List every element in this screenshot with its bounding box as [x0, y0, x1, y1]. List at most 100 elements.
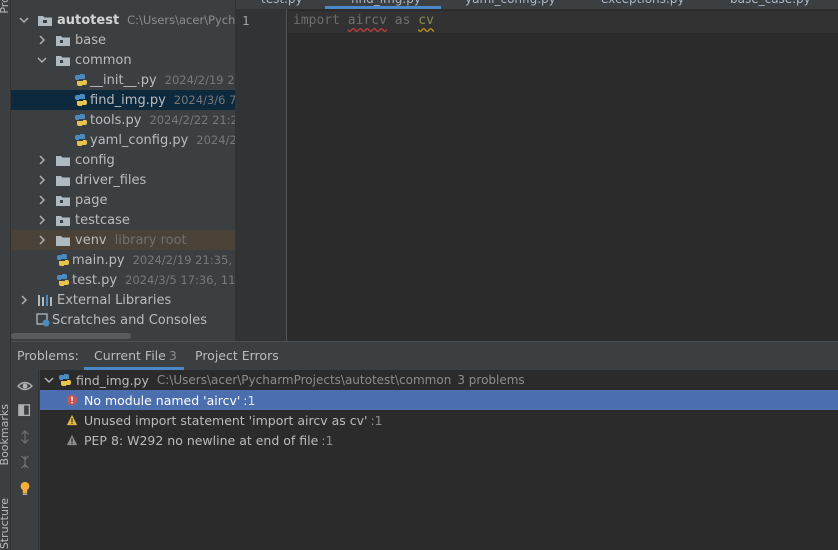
tree-item-label: External Libraries — [57, 292, 172, 308]
project-tree-panel: autotest C:\Users\acer\PycharmProjects\a… — [11, 0, 235, 341]
tree-item-tools-py[interactable]: tools.py 2024/2/22 21:27, 4 — [11, 110, 235, 130]
code-line-1[interactable]: import aircv as cv — [293, 13, 434, 28]
python-file-icon — [56, 254, 70, 266]
tree-item-driver-files[interactable]: driver_files — [11, 170, 235, 190]
tree-item-meta: 2024/3/5 17:36, 117 B — [125, 273, 235, 287]
editor-tab[interactable]: base_case.py — [730, 0, 811, 9]
libraries-icon — [38, 295, 52, 306]
project-tool-tab[interactable]: Project — [0, 0, 11, 14]
tab-current-file[interactable]: Current File 3 — [94, 348, 177, 363]
tree-item-init-py[interactable]: __init__.py 2024/2/19 21:53 — [11, 70, 235, 90]
tree-item-meta: library root — [114, 232, 187, 248]
tree-item-external-libraries[interactable]: External Libraries — [11, 290, 235, 310]
tree-item-label: __init__.py — [90, 72, 157, 88]
tree-item-meta: 2024/2/19 21:35, 544 — [132, 253, 235, 267]
scratches-icon — [36, 313, 50, 327]
chevron-right-icon[interactable] — [36, 234, 48, 246]
problems-panel: Problems: Current File 3 Project Errors f… — [11, 341, 838, 550]
chevron-right-icon[interactable] — [36, 34, 48, 46]
tree-item-label: yaml_config.py — [90, 132, 189, 148]
chevron-right-icon[interactable] — [36, 194, 48, 206]
tree-item-testcase[interactable]: testcase — [11, 210, 235, 230]
python-file-icon — [58, 374, 72, 386]
editor-gutter: 1 — [235, 9, 287, 341]
editor-tab[interactable]: test.py — [261, 0, 303, 9]
python-file-icon — [74, 74, 88, 86]
folder-icon — [56, 175, 70, 186]
code-keyword-as: as — [394, 13, 411, 28]
tree-item-label: Scratches and Consoles — [52, 312, 208, 328]
tree-item-test-py[interactable]: test.py 2024/3/5 17:36, 117 B — [11, 270, 235, 290]
problem-item[interactable]: PEP 8: W292 no newline at end of file :1 — [40, 430, 838, 450]
tree-root-autotest[interactable]: autotest C:\Users\acer\PycharmProjects\a… — [11, 10, 235, 30]
left-tool-strip: Project Bookmarks Structure — [0, 0, 11, 550]
problem-message: Unused import statement 'import aircv as… — [84, 412, 368, 428]
lightbulb-icon[interactable] — [17, 480, 33, 496]
tab-current-file-label: Current File — [94, 348, 166, 363]
warning-icon — [65, 433, 79, 447]
tree-item-label: page — [75, 192, 108, 208]
tree-item-label: common — [75, 52, 132, 68]
editor-tab[interactable]: exceptions.py — [601, 0, 684, 9]
problem-item[interactable]: Unused import statement 'import aircv as… — [40, 410, 838, 430]
tab-project-errors[interactable]: Project Errors — [195, 348, 279, 363]
preview-panel-icon[interactable] — [17, 403, 33, 419]
structure-tool-tab[interactable]: Structure — [0, 498, 11, 549]
problem-line: :1 — [243, 392, 256, 408]
problems-file-path: C:\Users\acer\PycharmProjects\autotest\c… — [156, 373, 452, 387]
problems-header: Problems: Current File 3 Project Errors — [11, 342, 838, 370]
problems-file-node[interactable]: find_img.py C:\Users\acer\PycharmProject… — [40, 370, 838, 390]
tree-horizontal-scrollbar[interactable] — [11, 333, 131, 339]
tree-item-label: base — [75, 32, 106, 48]
tree-item-find-img-py[interactable]: find_img.py 2024/3/6 7:05 — [11, 90, 235, 110]
tree-item-scratches[interactable]: Scratches and Consoles — [11, 310, 235, 330]
tree-item-yaml-config-py[interactable]: yaml_config.py 2024/2/19 — [11, 130, 235, 150]
chevron-down-icon[interactable] — [36, 54, 48, 66]
chevron-right-icon[interactable] — [36, 154, 48, 166]
chevron-down-icon[interactable] — [43, 374, 55, 386]
tree-item-label: main.py — [72, 252, 125, 268]
line-number: 1 — [242, 13, 250, 28]
problems-toolbar — [11, 370, 39, 550]
problems-file-name: find_img.py — [76, 372, 149, 388]
tree-item-page[interactable]: page — [11, 190, 235, 210]
editor-tab[interactable]: yaml_config.py — [465, 0, 556, 9]
tree-item-label: tools.py — [90, 112, 142, 128]
tree-item-main-py[interactable]: main.py 2024/2/19 21:35, 544 — [11, 250, 235, 270]
problem-line: :1 — [321, 432, 334, 448]
python-file-icon — [56, 274, 70, 286]
code-keyword-import: import — [293, 13, 340, 28]
tree-item-label: find_img.py — [90, 92, 166, 108]
expand-all-icon[interactable] — [17, 429, 33, 445]
tree-item-common[interactable]: common — [11, 50, 235, 70]
chevron-right-icon[interactable] — [18, 294, 30, 306]
package-folder-icon — [56, 55, 70, 66]
eye-icon[interactable] — [17, 378, 33, 394]
python-file-icon — [74, 114, 88, 126]
bookmarks-tool-tab[interactable]: Bookmarks — [0, 404, 11, 465]
active-tab-indicator — [325, 6, 441, 9]
tree-item-meta: 2024/3/6 7:05 — [173, 93, 235, 107]
panel-divider[interactable] — [235, 0, 236, 341]
problems-file-count: 3 problems — [457, 373, 525, 387]
chevron-right-icon[interactable] — [36, 174, 48, 186]
tree-item-label: venv — [75, 232, 107, 248]
folder-icon — [38, 15, 52, 26]
problems-title: Problems: — [17, 348, 79, 363]
tab-current-file-count: 3 — [168, 348, 177, 363]
collapse-all-icon[interactable] — [17, 454, 33, 470]
tree-item-base[interactable]: base — [11, 30, 235, 50]
tree-item-venv[interactable]: venv library root — [11, 230, 235, 250]
code-alias: cv — [418, 13, 434, 28]
tree-item-label: config — [75, 152, 115, 168]
tree-item-meta: 2024/2/19 — [196, 133, 235, 147]
python-file-icon — [74, 134, 88, 146]
error-icon — [65, 393, 79, 407]
problems-list: find_img.py C:\Users\acer\PycharmProject… — [40, 370, 838, 550]
code-editor[interactable]: test.py find_img.py yaml_config.py excep… — [235, 0, 838, 341]
tree-item-config[interactable]: config — [11, 150, 235, 170]
chevron-right-icon[interactable] — [36, 214, 48, 226]
chevron-down-icon[interactable] — [18, 14, 30, 26]
folder-icon — [56, 235, 70, 246]
problem-item[interactable]: No module named 'aircv' :1 — [40, 390, 838, 410]
